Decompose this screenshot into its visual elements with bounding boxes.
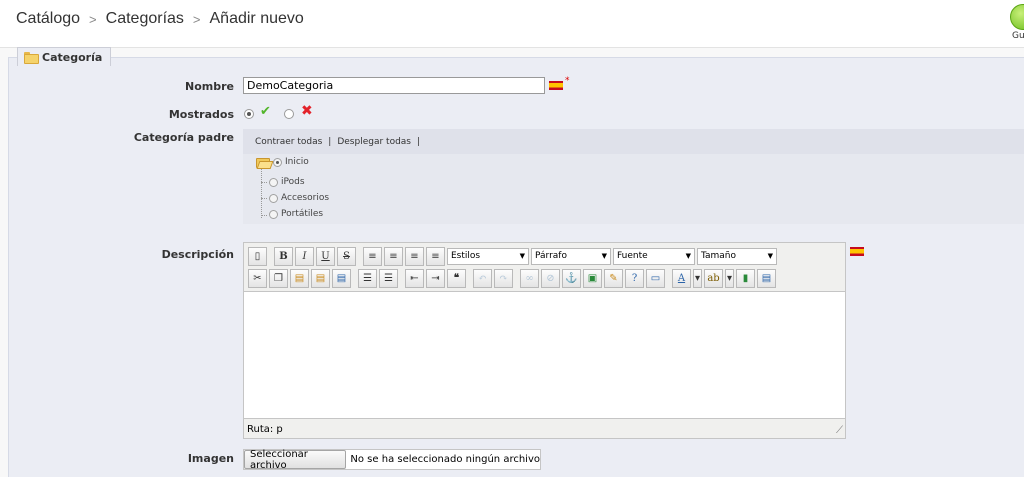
underline-icon[interactable]: U [316,246,335,266]
collapse-all-link[interactable]: Contraer todas [255,137,322,147]
language-flag-icon[interactable] [850,247,864,256]
redo-icon[interactable]: ↷ [494,268,513,288]
dropdown-arrow-icon: ▼ [685,252,691,260]
open-folder-icon [256,157,270,168]
outdent-icon[interactable]: ⇤ [405,268,424,288]
breadcrumb-separator: > [192,11,201,27]
tree-item-inicio[interactable]: Inicio [256,157,309,168]
anchor-icon[interactable]: ⚓ [562,268,581,288]
blockquote-icon[interactable]: ❝ [447,268,466,288]
dropdown-arrow-icon: ▼ [601,252,607,260]
unlink-icon[interactable]: ⊘ [541,268,560,288]
shown-label: Mostrados [168,108,234,121]
dropdown-arrow-icon: ▼ [767,252,773,260]
new-document-icon[interactable]: ▯ [248,246,267,266]
dropdown-arrow-icon[interactable]: ▾ [725,268,734,288]
highlight-color-icon[interactable]: ab [704,268,723,288]
language-flag-icon[interactable] [549,81,563,90]
paste-text-icon[interactable]: ▤ [311,268,330,288]
media-icon[interactable]: ▮ [736,268,755,288]
expand-all-link[interactable]: Desplegar todas [337,137,411,147]
resize-handle-icon[interactable]: ⟋ [836,425,843,436]
editor-content-area[interactable] [243,291,846,419]
tree-radio[interactable] [269,177,278,187]
tree-item-label: iPods [281,177,305,187]
tree-item-label: Inicio [285,157,309,167]
tree-item-label: Portátiles [281,209,324,219]
paste-word-icon[interactable]: ▤ [332,268,351,288]
html-icon[interactable]: ▭ [646,268,665,288]
align-left-icon[interactable]: ≡ [363,246,382,266]
folder-icon [24,52,39,64]
bold-icon[interactable]: B [274,246,293,266]
italic-icon[interactable]: I [295,246,314,266]
image-label: Imagen [187,452,234,465]
breadcrumb: Catálogo > Categorías > Añadir nuevo [16,10,304,28]
parent-category-label: Categoría padre [133,131,234,144]
styles-select[interactable]: Estilos ▼ [447,247,529,265]
description-label: Descripción [161,248,234,261]
tree-toolbar: Contraer todas | Desplegar todas | [243,129,1024,154]
tree-item-accesorios[interactable]: Accesorios [269,193,329,203]
tree-toolbar-separator: | [417,136,421,147]
editor-toolbar-row-1: ▯ B I U S ≡ ≡ ≡ ≡ Estilos ▼ Párrafo ▼ Fuen… [248,246,777,266]
text-color-icon[interactable]: A [672,268,691,288]
tree-item-portatiles[interactable]: Portátiles [269,209,323,219]
save-button[interactable]: Gu [1010,4,1024,44]
tree-item-label: Accesorios [281,193,330,203]
rich-text-editor: ▯ B I U S ≡ ≡ ≡ ≡ Estilos ▼ Párrafo ▼ Fuen… [243,242,846,439]
undo-icon[interactable]: ↶ [473,268,492,288]
cross-icon: ✖ [301,103,313,119]
image-file-input[interactable]: Seleccionar archivo No se ha seleccionad… [243,449,541,471]
save-label: Gu [1012,31,1024,41]
shown-no-radio[interactable] [284,109,294,119]
strikethrough-icon[interactable]: S [337,246,356,266]
breadcrumb-item-catalog[interactable]: Catálogo [16,10,80,28]
align-center-icon[interactable]: ≡ [384,246,403,266]
editor-toolbar-row-2: ✂ ❐ ▤ ▤ ▤ ☰ ☰ ⇤ ⇥ ❝ ↶ ↷ ∞ ⊘ ⚓ ▣ ✎ ? ▭ A … [248,268,776,288]
choose-file-button[interactable]: Seleccionar archivo [244,449,347,471]
help-icon[interactable]: ? [625,268,644,288]
fullscreen-icon[interactable]: ▤ [757,268,776,288]
copy-icon[interactable]: ❐ [269,268,288,288]
tree-item-ipods[interactable]: iPods [269,177,305,187]
breadcrumb-item-categories[interactable]: Categorías [106,10,184,28]
dropdown-arrow-icon: ▼ [519,252,525,260]
required-mark: * [565,76,570,86]
paragraph-select[interactable]: Párrafo ▼ [531,247,611,265]
align-right-icon[interactable]: ≡ [405,246,424,266]
paste-icon[interactable]: ▤ [290,268,309,288]
name-input[interactable]: DemoCategoria [243,77,545,94]
name-label: Nombre [185,80,234,93]
breadcrumb-item-add-new: Añadir nuevo [209,10,304,27]
bullet-list-icon[interactable]: ☰ [358,268,377,288]
fieldset-legend: Categoría [17,47,112,66]
editor-path-status: Ruta: p [247,424,283,435]
numbered-list-icon[interactable]: ☰ [379,268,398,288]
no-file-text: No se ha seleccionado ningún archivo [350,454,540,465]
check-icon: ✔ [260,104,271,119]
tree-radio[interactable] [273,157,282,167]
size-select[interactable]: Tamaño ▼ [697,247,777,265]
image-icon[interactable]: ▣ [583,268,602,288]
tree-radio[interactable] [269,209,278,219]
font-select[interactable]: Fuente ▼ [613,247,695,265]
legend-label: Categoría [42,50,103,64]
dropdown-arrow-icon[interactable]: ▾ [693,268,702,288]
shown-yes-radio[interactable] [244,109,254,119]
page-header: Catálogo > Categorías > Añadir nuevo Gu [0,0,1024,48]
tree-toolbar-separator: | [328,136,332,147]
align-justify-icon[interactable]: ≡ [426,246,445,266]
breadcrumb-separator: > [89,11,97,27]
cleanup-icon[interactable]: ✎ [604,268,623,288]
indent-icon[interactable]: ⇥ [426,268,445,288]
link-icon[interactable]: ∞ [520,268,539,288]
tree-radio[interactable] [269,193,278,203]
category-tree: Inicio iPods Accesorios Portátiles [243,154,1024,224]
save-icon [1010,4,1024,30]
cut-icon[interactable]: ✂ [248,268,267,288]
